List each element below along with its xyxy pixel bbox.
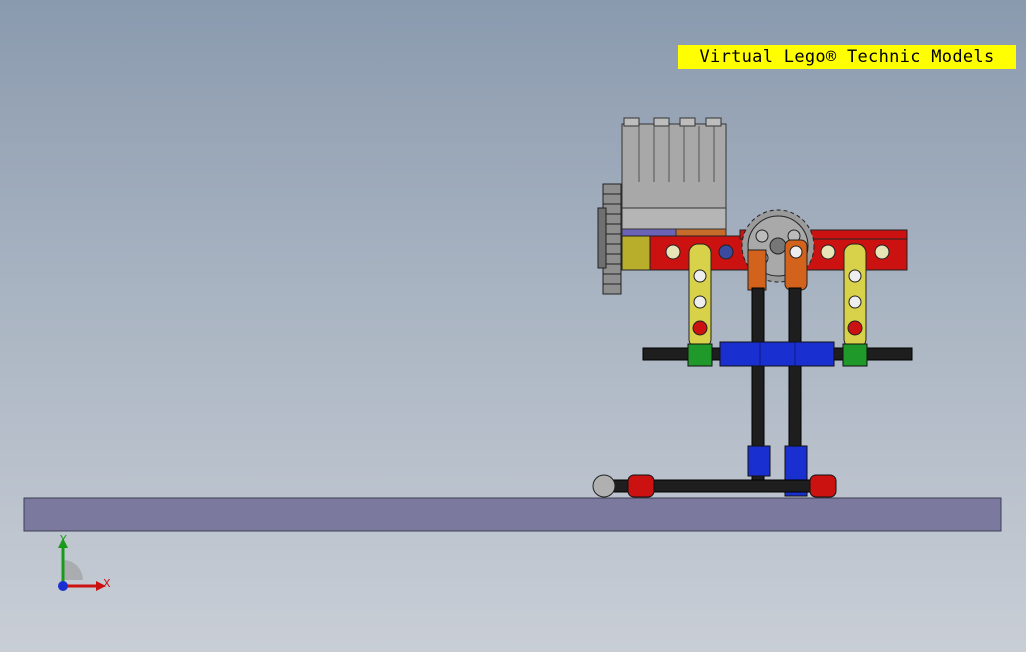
lego-model-scene[interactable] (0, 0, 1026, 652)
wheel-hub (592, 474, 616, 498)
red-bush-left (627, 474, 655, 498)
triad-y-label: Y (60, 533, 67, 546)
triad-x-label: X (103, 577, 111, 590)
right-liftarm (843, 243, 867, 349)
green-bush-right (842, 343, 868, 367)
side-gear-stack (597, 183, 622, 295)
ground-plate (23, 497, 1002, 532)
green-bush-left (687, 343, 713, 367)
left-crank (747, 249, 767, 291)
red-bush-right (809, 474, 837, 498)
left-liftarm (688, 243, 712, 349)
motor-block (621, 117, 727, 240)
axis-triad (58, 538, 106, 591)
blue-connector-cross (719, 341, 835, 367)
blue-connector-lower-left (747, 445, 771, 477)
